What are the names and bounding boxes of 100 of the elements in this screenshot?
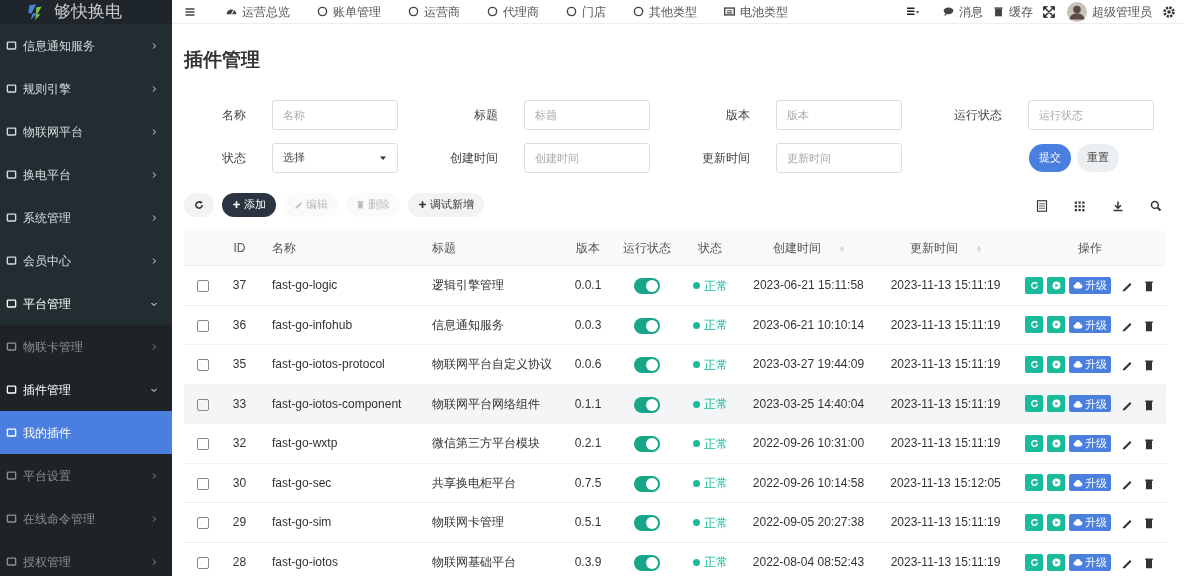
column-header[interactable]: 名称 bbox=[272, 240, 296, 255]
toggle-switch[interactable] bbox=[633, 515, 660, 532]
sidebar-item[interactable]: 我的插件 bbox=[0, 411, 172, 454]
upgrade-button[interactable]: 升级 bbox=[1069, 553, 1111, 571]
nav-link[interactable]: 运营商 bbox=[408, 2, 460, 21]
input-field[interactable]: 更新时间 bbox=[776, 142, 902, 173]
sidebar-item[interactable]: 平台管理 bbox=[0, 282, 172, 325]
reload-button[interactable] bbox=[1025, 434, 1043, 452]
play-button[interactable] bbox=[1047, 434, 1065, 452]
input-field[interactable]: 运行状态 bbox=[1028, 99, 1154, 130]
table-cell: 2023-03-25 14:40:04 bbox=[740, 384, 877, 424]
nav-link[interactable]: 运营总览 bbox=[226, 2, 290, 21]
play-button[interactable] bbox=[1047, 474, 1065, 492]
column-header[interactable]: 状态 bbox=[698, 240, 722, 255]
user-menu[interactable]: 超级管理员 bbox=[1067, 1, 1152, 22]
cache-link[interactable]: 缓存 bbox=[993, 2, 1033, 21]
row-checkbox[interactable] bbox=[196, 477, 209, 490]
toggle-switch[interactable] bbox=[633, 555, 660, 571]
play-icon bbox=[1051, 280, 1061, 290]
select-field[interactable]: 选择 bbox=[272, 142, 398, 173]
play-button[interactable] bbox=[1047, 513, 1065, 531]
sidebar-item[interactable]: 插件管理 bbox=[0, 368, 172, 411]
table-cell: fast-go-sim bbox=[258, 502, 418, 543]
upgrade-button[interactable]: 升级 bbox=[1069, 395, 1111, 413]
nav-link[interactable]: 代理商 bbox=[487, 2, 539, 21]
column-header[interactable]: ID bbox=[233, 240, 246, 255]
sidebar-item[interactable]: 平台设置 bbox=[0, 454, 172, 497]
row-checkbox[interactable] bbox=[196, 359, 209, 372]
upgrade-button[interactable]: 升级 bbox=[1069, 276, 1111, 294]
sidebar-item[interactable]: 在线命令管理 bbox=[0, 497, 172, 540]
table-cell: 逻辑引擎管理 bbox=[418, 265, 563, 306]
pencil-icon bbox=[1121, 517, 1133, 530]
table-cell: 2023-06-21 10:10:14 bbox=[740, 305, 877, 345]
sidebar-item[interactable]: 换电平台 bbox=[0, 153, 172, 196]
trash-icon bbox=[1143, 438, 1155, 451]
toolbar-button[interactable]: 调试新增 bbox=[408, 192, 484, 217]
input-field[interactable]: 创建时间 bbox=[524, 142, 650, 173]
cloud-icon bbox=[1073, 438, 1083, 449]
input-field[interactable]: 版本 bbox=[776, 99, 902, 130]
messages-link[interactable]: 消息 bbox=[943, 2, 983, 21]
play-button[interactable] bbox=[1047, 276, 1065, 294]
table-cell: 32 bbox=[221, 423, 258, 464]
reload-button[interactable] bbox=[1025, 553, 1043, 571]
row-checkbox[interactable] bbox=[196, 438, 209, 451]
table-cell: 物联网平台网络组件 bbox=[418, 384, 563, 424]
menu-icon bbox=[6, 298, 17, 309]
play-icon bbox=[1051, 438, 1061, 448]
trash-icon bbox=[1143, 477, 1155, 490]
sidebar-item[interactable]: 会员中心 bbox=[0, 239, 172, 282]
upgrade-button[interactable]: 升级 bbox=[1069, 513, 1111, 531]
toggle-switch[interactable] bbox=[633, 278, 660, 295]
status-text: 正常 bbox=[703, 554, 728, 572]
toolbar-button[interactable]: 添加 bbox=[222, 192, 276, 217]
toggle-switch[interactable] bbox=[633, 396, 660, 413]
reset-button[interactable]: 重置 bbox=[1077, 143, 1119, 172]
upgrade-button[interactable]: 升级 bbox=[1069, 355, 1111, 373]
row-checkbox[interactable] bbox=[196, 319, 209, 332]
upgrade-button[interactable]: 升级 bbox=[1069, 474, 1111, 492]
play-button[interactable] bbox=[1047, 355, 1065, 373]
toggle-switch[interactable] bbox=[633, 357, 660, 374]
play-button[interactable] bbox=[1047, 316, 1065, 334]
refresh-button[interactable] bbox=[184, 192, 214, 217]
reload-button[interactable] bbox=[1025, 355, 1043, 373]
sidebar-item[interactable]: 物联卡管理 bbox=[0, 325, 172, 368]
submit-button[interactable]: 提交 bbox=[1029, 143, 1071, 172]
upgrade-button[interactable]: 升级 bbox=[1069, 434, 1111, 452]
row-checkbox[interactable] bbox=[196, 280, 209, 293]
nav-link[interactable]: 门店 bbox=[566, 2, 606, 21]
column-header[interactable]: 版本 bbox=[576, 240, 600, 255]
toggle-switch[interactable] bbox=[633, 317, 660, 334]
row-checkbox[interactable] bbox=[196, 557, 209, 569]
nav-link[interactable]: 其他类型 bbox=[633, 2, 697, 21]
status-text: 正常 bbox=[703, 475, 728, 493]
nav-link[interactable]: 电池类型 bbox=[724, 2, 788, 21]
sidebar-item[interactable]: 授权管理 bbox=[0, 540, 172, 576]
table-cell: fast-go-iotos-component bbox=[258, 384, 418, 424]
reload-button[interactable] bbox=[1025, 474, 1043, 492]
nav-link[interactable]: 账单管理 bbox=[317, 2, 381, 21]
reload-button[interactable] bbox=[1025, 276, 1043, 294]
toggle-switch[interactable] bbox=[633, 475, 660, 492]
row-checkbox[interactable] bbox=[196, 517, 209, 530]
toggle-switch[interactable] bbox=[633, 436, 660, 453]
reload-button[interactable] bbox=[1025, 316, 1043, 334]
upgrade-button[interactable]: 升级 bbox=[1069, 316, 1111, 334]
column-header[interactable]: 操作 bbox=[1078, 240, 1102, 255]
sidebar-item[interactable]: 规则引擎 bbox=[0, 67, 172, 110]
sidebar-item[interactable]: 系统管理 bbox=[0, 196, 172, 239]
play-button[interactable] bbox=[1047, 553, 1065, 571]
status-text: 正常 bbox=[703, 317, 728, 335]
refresh-icon bbox=[1029, 517, 1039, 527]
refresh-icon bbox=[1029, 438, 1039, 448]
row-checkbox[interactable] bbox=[196, 398, 209, 411]
reload-button[interactable] bbox=[1025, 395, 1043, 413]
sidebar-item[interactable]: 信息通知服务 bbox=[0, 24, 172, 67]
input-field[interactable]: 名称 bbox=[272, 99, 398, 130]
input-field[interactable]: 标题 bbox=[524, 99, 650, 130]
play-button[interactable] bbox=[1047, 395, 1065, 413]
column-header[interactable]: 标题 bbox=[432, 240, 456, 255]
sidebar-item[interactable]: 物联网平台 bbox=[0, 110, 172, 153]
reload-button[interactable] bbox=[1025, 513, 1043, 531]
